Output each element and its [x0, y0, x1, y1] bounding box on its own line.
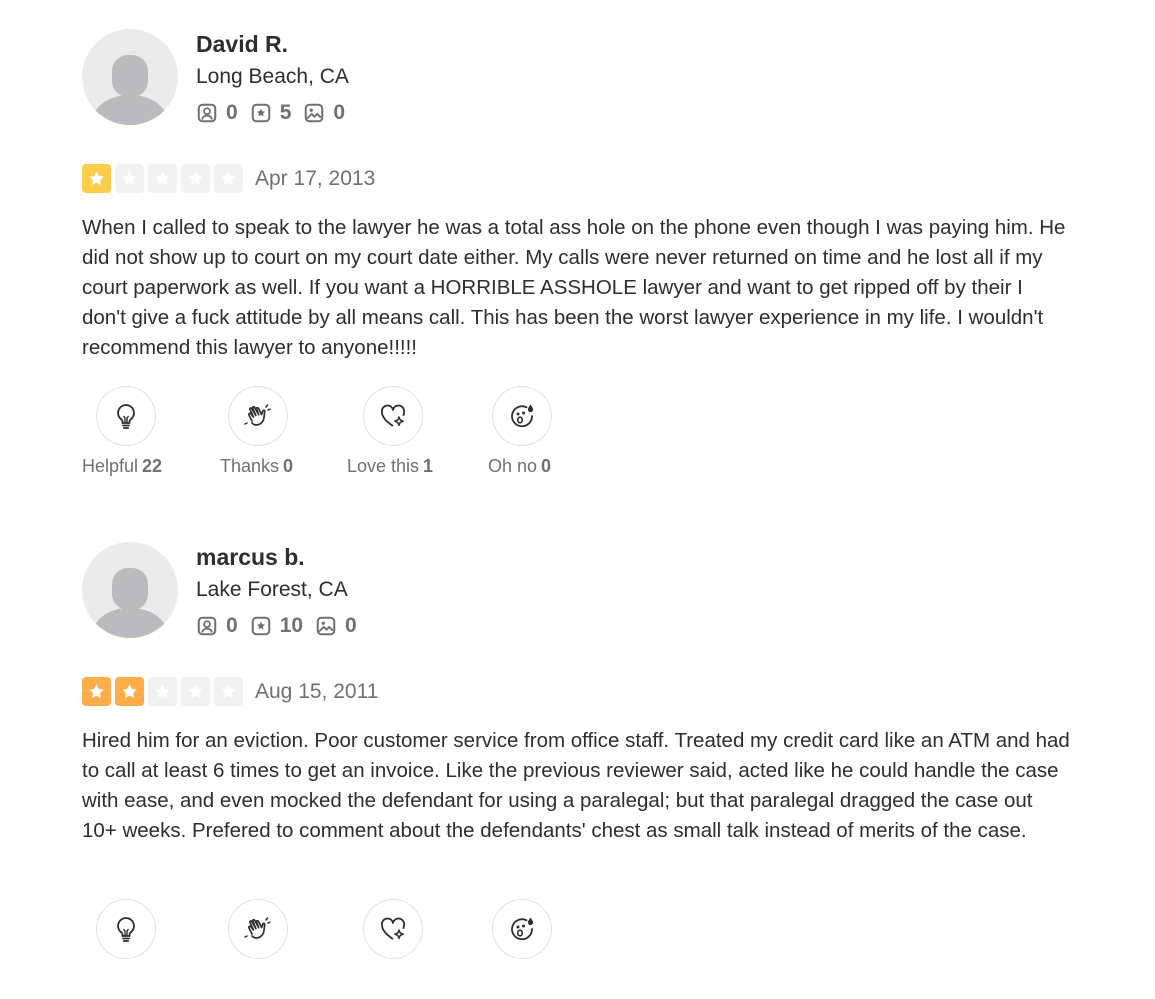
photos-stat: 0	[315, 614, 357, 638]
helpful-button[interactable]	[96, 899, 156, 959]
thanks-button[interactable]	[228, 386, 288, 446]
love-this-button[interactable]	[363, 386, 423, 446]
waving-hands-icon	[244, 404, 271, 426]
sweat-face-icon	[511, 404, 534, 428]
user-location: Long Beach, CA	[196, 65, 349, 88]
star-filled	[82, 164, 111, 193]
photo-icon	[305, 103, 324, 123]
review-date: Apr 17, 2013	[255, 166, 376, 190]
user-name[interactable]: David R.	[196, 31, 288, 58]
rating-stars	[82, 164, 247, 193]
photo-icon	[316, 616, 336, 636]
star-empty	[115, 164, 144, 193]
friends-count: 0	[226, 614, 238, 637]
reaction-bar	[82, 899, 682, 999]
love-this-button[interactable]	[363, 899, 423, 959]
star-empty	[214, 164, 243, 193]
thanks-button[interactable]	[228, 899, 288, 959]
thanks-count: 0	[283, 456, 294, 476]
love-this-count: 1	[423, 456, 434, 476]
reviews-count: 5	[279, 101, 292, 124]
star-empty	[148, 677, 177, 706]
user-stats: 0 5 0	[196, 101, 357, 125]
avatar[interactable]	[82, 29, 178, 125]
oh-no-count: 0	[541, 456, 552, 476]
friends-stat: 0	[196, 614, 238, 638]
waving-hands-icon	[244, 917, 271, 939]
heart-sparkle-icon	[381, 917, 405, 940]
review-card: David R. Long Beach, CA 0 5 0 Apr 17, 20…	[82, 29, 1082, 499]
friends-count: 0	[226, 101, 238, 124]
rating-stars	[82, 677, 247, 706]
friends-stat: 0	[196, 101, 238, 125]
star-empty	[148, 164, 177, 193]
friends-icon	[197, 103, 217, 123]
reviews-count: 10	[279, 614, 304, 637]
star-empty	[181, 164, 210, 193]
friends-icon	[197, 616, 217, 636]
star-filled	[82, 677, 111, 706]
star-empty	[214, 677, 243, 706]
love-this-label: Love this 1	[347, 456, 434, 476]
review-text: Hired him for an eviction. Poor customer…	[82, 729, 1070, 842]
avatar[interactable]	[82, 542, 178, 638]
heart-sparkle-icon	[381, 404, 405, 427]
helpful-button[interactable]	[96, 386, 156, 446]
helpful-count: 22	[142, 456, 163, 476]
review-date: Aug 15, 2011	[255, 679, 379, 703]
sweat-face-icon	[511, 917, 534, 941]
reaction-bar: Helpful 22 Thanks 0 Love this 1 Oh no 0	[82, 386, 682, 486]
star-rating: Aug 15, 2011	[82, 677, 378, 706]
lightbulb-icon	[117, 917, 135, 942]
photos-count: 0	[345, 614, 357, 637]
star-filled	[115, 677, 144, 706]
reviews-stat: 10	[250, 614, 303, 638]
user-name[interactable]: marcus b.	[196, 544, 305, 571]
oh-no-button[interactable]	[492, 386, 552, 446]
review-star-icon	[251, 616, 270, 636]
review-star-icon	[251, 103, 270, 123]
thanks-label: Thanks 0	[220, 456, 294, 476]
helpful-label: Helpful 22	[82, 456, 163, 476]
star-rating: Apr 17, 2013	[82, 164, 375, 193]
lightbulb-icon	[117, 404, 135, 429]
review-text: When I called to speak to the lawyer he …	[82, 216, 1066, 359]
photos-count: 0	[333, 101, 346, 124]
user-stats: 0 10 0	[196, 614, 369, 638]
oh-no-button[interactable]	[492, 899, 552, 959]
oh-no-label: Oh no 0	[488, 456, 552, 476]
photos-stat: 0	[303, 101, 345, 125]
reviews-stat: 5	[250, 101, 292, 125]
review-card: marcus b. Lake Forest, CA 0 10 0 Aug 15,…	[82, 542, 1082, 959]
star-empty	[181, 677, 210, 706]
user-location: Lake Forest, CA	[196, 578, 348, 601]
